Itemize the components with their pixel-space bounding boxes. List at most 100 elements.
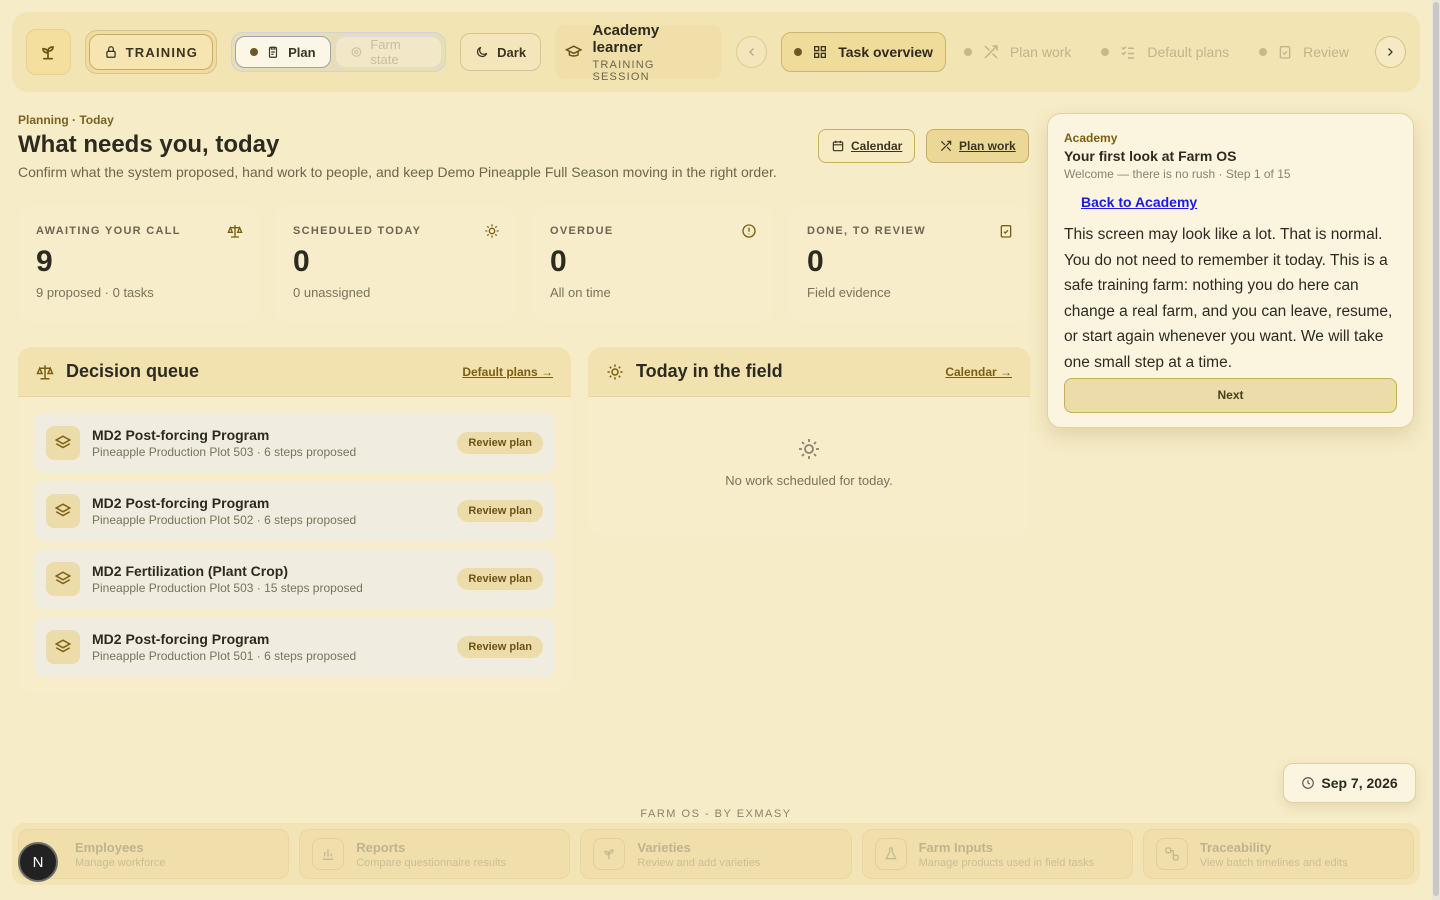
stat-done-review[interactable]: DONE, TO REVIEW 0 Field evidence [789, 205, 1030, 323]
list-item[interactable]: MD2 Fertilization (Plant Crop) Pineapple … [34, 549, 555, 609]
list-item[interactable]: MD2 Post-forcing Program Pineapple Produc… [34, 413, 555, 473]
moon-icon [477, 46, 488, 58]
shortcut-reports[interactable]: Reports Compare questionnaire results [299, 829, 571, 879]
item-subtitle: Pineapple Production Plot 503 · 6 steps … [92, 445, 357, 459]
calendar-link[interactable]: Calendar → [945, 365, 1012, 379]
coach-title: Your first look at Farm OS [1064, 148, 1237, 164]
shortcut-title: Employees [75, 839, 144, 855]
mode-plan-label: Plan [288, 44, 316, 60]
calendar-button-label: Calendar [851, 139, 903, 153]
sprout-icon [42, 46, 55, 60]
plan-work-button[interactable]: Plan work [926, 129, 1029, 163]
stat-overdue[interactable]: OVERDUE 0 All on time [532, 205, 773, 323]
bottom-shortcuts: Employees Manage workforce Reports Compare… [12, 823, 1420, 885]
scrollbar[interactable] [1432, 0, 1440, 900]
active-dot [794, 48, 803, 56]
chevron-right-icon [1388, 48, 1394, 56]
clipboard-check-icon [1000, 225, 1012, 238]
sprout-icon [593, 838, 626, 870]
tabs-scroll-right-button[interactable] [1374, 36, 1406, 68]
sun-icon [607, 364, 623, 379]
stat-note: Field evidence [807, 285, 891, 300]
academy-coach-popover: Academy Your first look at Farm OS Welco… [1047, 113, 1414, 428]
item-title: MD2 Fertilization (Plant Crop) [92, 563, 288, 579]
sun-icon [485, 224, 499, 238]
shortcut-farm-inputs[interactable]: Farm Inputs Manage products used in field… [861, 829, 1133, 879]
shortcut-employees[interactable]: Employees Manage workforce [18, 829, 290, 879]
list-check-icon [1121, 46, 1135, 59]
item-subtitle: Pineapple Production Plot 501 · 6 steps … [92, 649, 357, 663]
list-item[interactable]: MD2 Post-forcing Program Pineapple Produc… [34, 617, 555, 677]
layers-icon [46, 426, 80, 460]
tools-icon [940, 140, 952, 152]
mode-farm-state-label: Farm state [370, 37, 401, 67]
item-subtitle: Pineapple Production Plot 502 · 6 steps … [92, 513, 357, 527]
shortcut-varieties[interactable]: Varieties Review and add varieties [580, 829, 852, 879]
mode-plan-button[interactable]: Plan [235, 36, 331, 68]
footer-brand: FARM OS - BY EXMASY [640, 808, 792, 820]
decision-queue-title: Decision queue [66, 361, 200, 381]
stat-value: 0 [550, 245, 567, 278]
layers-icon [46, 494, 80, 528]
avatar[interactable]: N [18, 842, 58, 882]
tab-plan-work-label: Plan work [1009, 44, 1072, 60]
decision-queue-header: Decision queue Default plans → [18, 347, 571, 397]
default-plans-link[interactable]: Default plans → [462, 365, 553, 379]
alert-circle-icon [742, 224, 756, 238]
list-item[interactable]: MD2 Post-forcing Program Pineapple Produc… [34, 481, 555, 541]
top-bar: TRAINING Plan Farm state Dark Academy le… [12, 12, 1420, 92]
grid-icon [814, 46, 827, 58]
tab-default-plans[interactable]: Default plans [1089, 32, 1241, 72]
stat-awaiting[interactable]: AWAITING YOUR CALL 9 9 proposed · 0 task… [18, 205, 259, 323]
training-badge[interactable]: TRAINING [88, 34, 214, 70]
lock-icon [105, 46, 116, 58]
active-dot [250, 48, 259, 56]
tab-plan-work[interactable]: Plan work [952, 32, 1083, 72]
coach-body: This screen may look like a lot. That is… [1064, 226, 1393, 371]
stat-label: AWAITING YOUR CALL [36, 225, 181, 237]
calendar-button[interactable]: Calendar [818, 129, 916, 163]
shortcut-subtitle: Compare questionnaire results [356, 856, 507, 869]
shortcut-title: Varieties [637, 839, 691, 855]
graduation-cap-icon [565, 45, 583, 57]
coach-kicker: Academy [1064, 131, 1118, 145]
review-plan-button[interactable]: Review plan [457, 500, 543, 522]
clock-icon [1302, 777, 1315, 789]
tab-review[interactable]: Review [1247, 32, 1361, 72]
today-field-header: Today in the field Calendar → [588, 347, 1030, 397]
shortcut-title: Farm Inputs [918, 839, 994, 855]
bar-chart-icon [312, 838, 345, 870]
empty-state: No work scheduled for today. [588, 397, 1030, 488]
item-title: MD2 Post-forcing Program [92, 631, 270, 647]
shortcut-traceability[interactable]: Traceability View batch timelines and edi… [1142, 829, 1415, 879]
learner-profile[interactable]: Academy learner TRAINING SESSION [555, 22, 723, 83]
coach-next-button[interactable]: Next [1064, 377, 1397, 413]
item-title: MD2 Post-forcing Program [92, 495, 270, 511]
sun-icon [799, 439, 819, 459]
tab-task-overview[interactable]: Task overview [781, 32, 946, 72]
stat-value: 0 [293, 245, 310, 278]
mode-farm-state-button[interactable]: Farm state [334, 36, 443, 68]
review-plan-button[interactable]: Review plan [457, 636, 543, 658]
stat-scheduled[interactable]: SCHEDULED TODAY 0 0 unassigned [275, 205, 516, 323]
review-plan-button[interactable]: Review plan [457, 432, 543, 454]
home-logo-button[interactable] [26, 29, 71, 75]
tab-dot [963, 48, 972, 56]
chevron-left-icon [748, 48, 754, 56]
stat-label: OVERDUE [550, 225, 614, 237]
today-field-title: Today in the field [636, 361, 783, 381]
date-display[interactable]: Sep 7, 2026 [1283, 763, 1416, 803]
layers-icon [46, 562, 80, 596]
page-subtitle: Confirm what the system proposed, hand w… [18, 164, 777, 180]
theme-toggle-button[interactable]: Dark [460, 33, 542, 71]
layers-icon [46, 630, 80, 664]
clipboard-icon [269, 46, 278, 58]
back-to-academy-link[interactable]: Back to Academy [1081, 194, 1397, 210]
stat-note: 0 unassigned [293, 285, 371, 300]
section-tabs: Task overview Plan work Default plans Re… [781, 32, 1361, 72]
link-nodes-icon [1155, 838, 1188, 870]
scrollbar-thumb[interactable] [1433, 2, 1439, 896]
review-plan-button[interactable]: Review plan [457, 568, 543, 590]
tabs-scroll-left-button[interactable] [736, 36, 768, 68]
item-subtitle: Pineapple Production Plot 503 · 15 steps… [92, 581, 363, 595]
